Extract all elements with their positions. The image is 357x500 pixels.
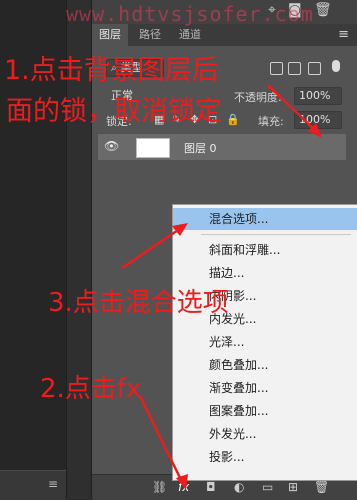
opacity-field[interactable]: 100% bbox=[294, 87, 342, 105]
filter-toggle[interactable] bbox=[332, 60, 340, 72]
tab-channels[interactable]: 通道 bbox=[172, 24, 208, 46]
annotation-step3: 3.点击混合选项 bbox=[48, 288, 229, 318]
menu-item-pattern-overlay[interactable]: 图案叠加... bbox=[173, 400, 357, 422]
filter-smart-icon[interactable] bbox=[308, 62, 321, 75]
tab-paths[interactable]: 路径 bbox=[132, 24, 168, 46]
adjustment-icon[interactable]: ◐ bbox=[234, 480, 244, 494]
trash-icon[interactable]: 🗑 bbox=[314, 2, 332, 18]
watermark: www.hdtvsjsofer.com bbox=[66, 2, 314, 26]
eye-icon[interactable]: 👁 bbox=[104, 139, 119, 153]
menu-item-stroke[interactable]: 描边... bbox=[173, 262, 357, 284]
panel-tabs: 图层 路径 通道 ≡ bbox=[92, 24, 357, 46]
layer-thumbnail bbox=[136, 138, 170, 158]
menu-separator bbox=[201, 234, 351, 235]
filter-adjust-icon[interactable] bbox=[288, 62, 301, 75]
fill-field[interactable]: 100% bbox=[294, 111, 342, 129]
menu-item-satin[interactable]: 光泽... bbox=[173, 331, 357, 353]
delete-layer-icon[interactable]: 🗑 bbox=[314, 480, 329, 494]
panel-menu-icon[interactable]: ≡ bbox=[338, 27, 349, 42]
menu-item-bevel-emboss[interactable]: 斜面和浮雕... bbox=[173, 239, 357, 261]
menu-item-outer-glow[interactable]: 外发光... bbox=[173, 423, 357, 445]
menu-lines-icon[interactable]: ≡ bbox=[48, 477, 58, 491]
layer-row[interactable]: 👁 图层 0 bbox=[98, 134, 346, 160]
fill-label: 填充: bbox=[258, 115, 284, 128]
menu-item-drop-shadow[interactable]: 投影... bbox=[173, 446, 357, 468]
annotation-step2: 2.点击fx bbox=[40, 374, 142, 404]
left-status-bar: ≡ bbox=[0, 470, 66, 500]
tab-layers[interactable]: 图层 bbox=[92, 24, 128, 46]
annotation-step1-line1: 1.点击背景图层后 bbox=[4, 55, 219, 86]
fx-icon[interactable]: fx bbox=[178, 480, 189, 494]
menu-item-gradient-overlay[interactable]: 渐变叠加... bbox=[173, 377, 357, 399]
menu-item-blending-options[interactable]: 混合选项... bbox=[173, 208, 357, 230]
link-icon[interactable]: ⛓ bbox=[152, 480, 167, 494]
layer-style-menu: 混合选项... 斜面和浮雕... 描边... 内阴影... 内发光... 光泽.… bbox=[172, 204, 357, 481]
menu-item-color-overlay[interactable]: 颜色叠加... bbox=[173, 354, 357, 376]
lock-icon[interactable]: 🔒 bbox=[226, 113, 240, 126]
filter-image-icon[interactable] bbox=[270, 62, 283, 75]
new-layer-icon[interactable]: ⊞ bbox=[288, 480, 298, 494]
layer-name: 图层 0 bbox=[184, 142, 217, 155]
folder-icon[interactable]: ▭ bbox=[262, 480, 273, 494]
annotation-step1-line2: 面的锁，取消锁定 bbox=[6, 96, 222, 127]
mask-icon[interactable]: ◘ bbox=[206, 480, 216, 494]
opacity-label: 不透明度: bbox=[234, 91, 282, 104]
